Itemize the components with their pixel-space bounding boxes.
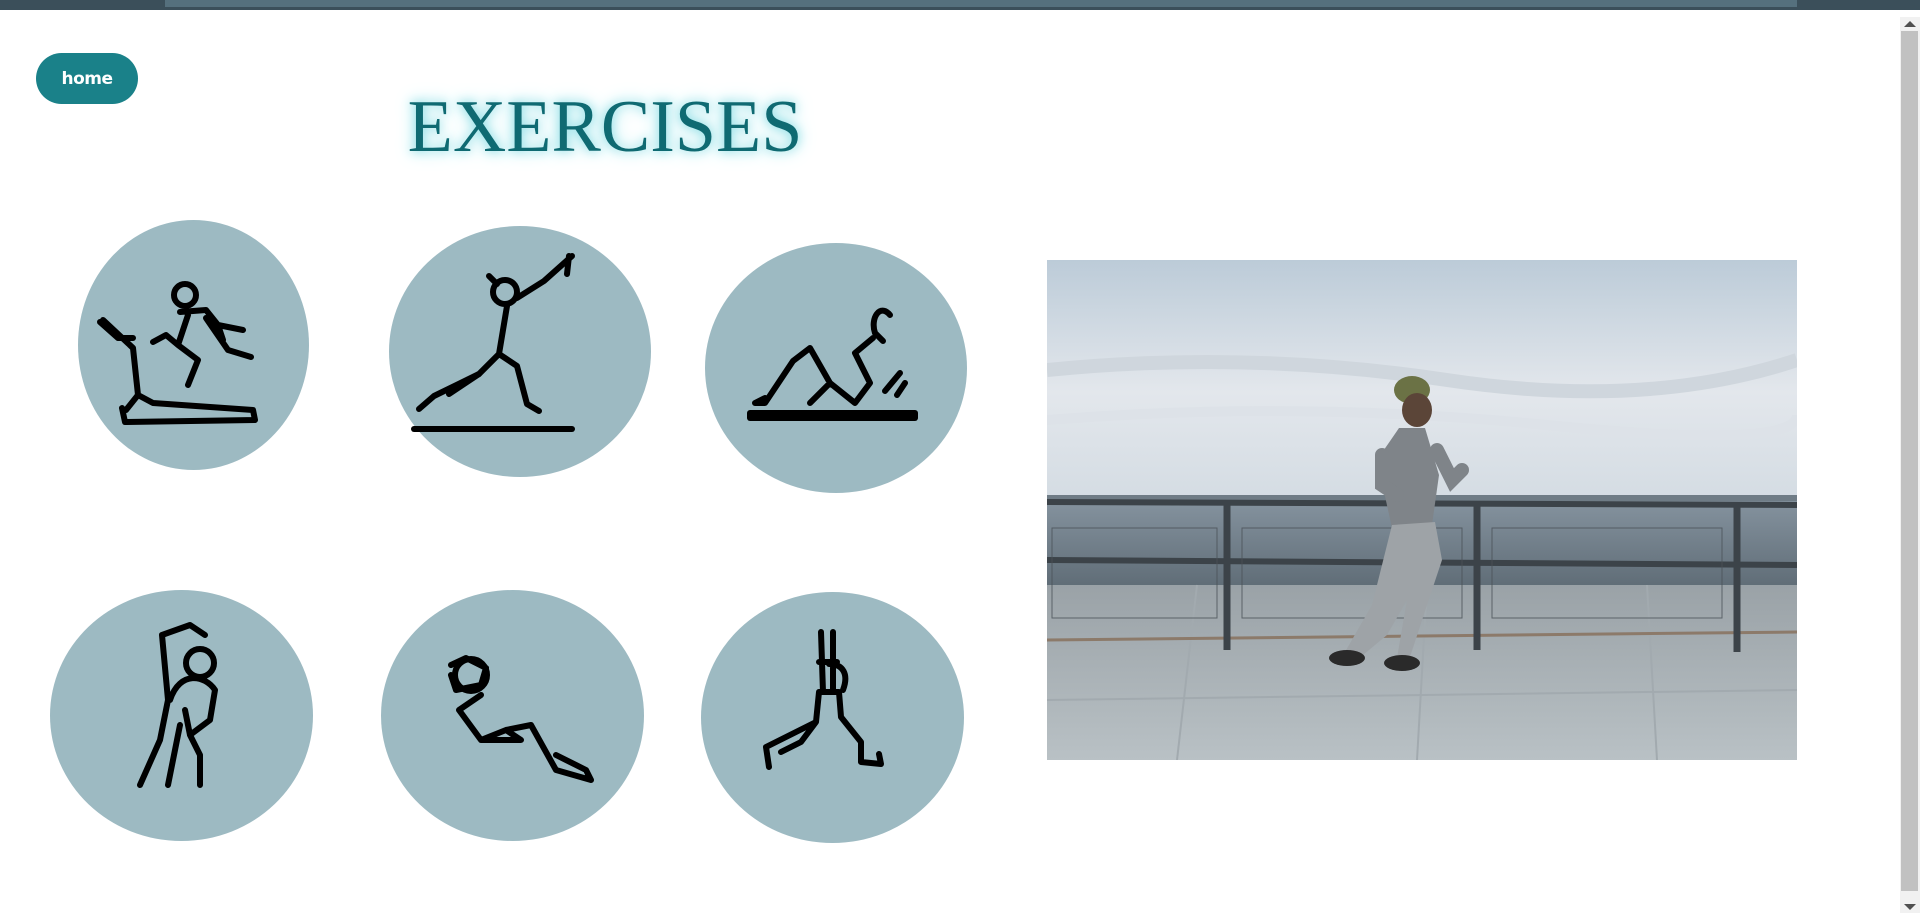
home-button[interactable]: home: [36, 53, 138, 104]
side-stretch-icon: [137, 622, 218, 788]
browser-top-bar-inner: [165, 0, 1797, 7]
scroll-down-arrow-icon[interactable]: [1904, 904, 1916, 910]
exercise-card-treadmill[interactable]: [78, 220, 309, 470]
page-scrollbar-thumb[interactable]: [1901, 31, 1918, 891]
exercise-card-crunch[interactable]: [705, 243, 967, 493]
sit-up-icon: [448, 655, 594, 783]
running-man-photo: [1047, 260, 1797, 760]
browser-top-bar: [0, 0, 1920, 10]
exercise-card-warrior-pose[interactable]: [701, 592, 964, 843]
lunge-stretch-icon: [411, 253, 575, 432]
exercise-card-lunge[interactable]: [389, 226, 651, 477]
exercise-card-sit-up[interactable]: [381, 590, 644, 841]
page-title: EXERCISES: [407, 86, 803, 168]
crunch-exercise-icon: [747, 307, 918, 421]
warrior-pose-icon: [763, 629, 884, 770]
treadmill-running-icon: [97, 281, 258, 425]
scroll-up-arrow-icon[interactable]: [1904, 21, 1916, 27]
exercise-card-side-stretch[interactable]: [50, 590, 313, 841]
